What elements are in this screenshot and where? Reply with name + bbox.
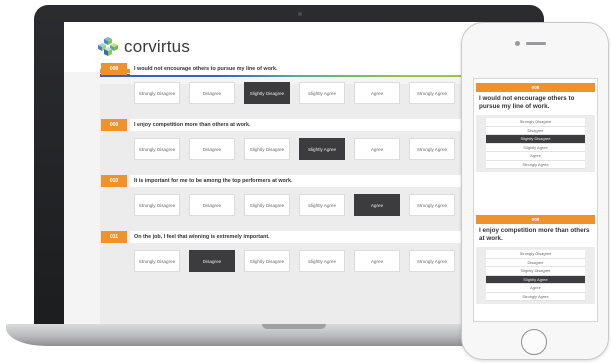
laptop-camera-icon xyxy=(298,12,302,16)
answer-option-button[interactable]: Disagree xyxy=(189,250,235,272)
question-number-badge: 008 xyxy=(101,63,127,75)
phone-question-card: 008 I would not encourage others to pursu… xyxy=(476,83,595,172)
logo-text: corvirtus xyxy=(124,37,191,56)
question-number-badge: 011 xyxy=(101,231,127,243)
question-header: 011 On the job, I feel that winning is ex… xyxy=(100,230,492,244)
answer-option-button[interactable]: Strongly Disagree xyxy=(486,250,585,259)
device-mockup: corvirtus ▽ 008I would not encourage oth… xyxy=(0,0,611,363)
answer-options: Strongly Disagree Disagree Slightly Disagr… xyxy=(476,115,595,172)
answer-option-button[interactable]: Strongly Agree xyxy=(486,292,585,301)
answer-option-button[interactable]: Agree xyxy=(486,284,585,293)
answer-option-button[interactable]: Strongly Disagree xyxy=(134,138,180,160)
answer-option-button[interactable]: Slightly Agree xyxy=(486,275,585,284)
answer-option-button[interactable]: Slightly Agree xyxy=(299,82,345,104)
answer-option-button[interactable]: Disagree xyxy=(189,82,235,104)
question-number-badge: 009 xyxy=(101,119,127,131)
answer-option-button[interactable]: Slightly Agree xyxy=(299,194,345,216)
answer-option-button[interactable]: Strongly Agree xyxy=(409,250,455,272)
phone-screen: 008 I would not encourage others to pursu… xyxy=(473,78,598,322)
answer-option-button[interactable]: Agree xyxy=(354,250,400,272)
answer-option-button[interactable]: Agree xyxy=(354,82,400,104)
phone-question-card: 009 I enjoy competition more than others … xyxy=(476,215,595,304)
cube-cluster-icon xyxy=(98,37,118,56)
laptop-screen: corvirtus ▽ 008I would not encourage oth… xyxy=(64,22,514,324)
answer-option-button[interactable]: Disagree xyxy=(486,258,585,267)
answer-option-button[interactable]: Disagree xyxy=(189,138,235,160)
question-header: 008 I would not encourage others to pursu… xyxy=(100,62,492,76)
phone-speaker-icon xyxy=(526,42,546,45)
answer-option-button[interactable]: Slightly Disagree xyxy=(486,135,585,144)
answer-option-button[interactable]: Strongly Agree xyxy=(486,160,585,169)
answer-option-button[interactable]: Slightly Disagree xyxy=(244,138,290,160)
question-header: 009 I enjoy competition more than others … xyxy=(100,118,492,132)
phone-home-button[interactable] xyxy=(521,329,547,355)
question-text: On the job, I feel that winning is extre… xyxy=(130,231,492,243)
phone-camera-icon xyxy=(515,41,520,46)
answer-option-button[interactable]: Slightly Disagree xyxy=(486,267,585,276)
laptop-notch xyxy=(262,324,326,329)
answer-option-button[interactable]: Disagree xyxy=(189,194,235,216)
answer-options: Strongly Disagree Disagree Slightly Disagr… xyxy=(134,194,490,216)
answer-option-button[interactable]: Slightly Agree xyxy=(299,250,345,272)
answer-option-button[interactable]: Strongly Disagree xyxy=(134,194,180,216)
answer-option-button[interactable]: Strongly Agree xyxy=(409,138,455,160)
answer-option-button[interactable]: Slightly Disagree xyxy=(244,82,290,104)
answer-option-button[interactable]: Agree xyxy=(354,194,400,216)
answer-option-button[interactable]: Agree xyxy=(486,152,585,161)
question-text: I enjoy competition more than others at … xyxy=(130,119,492,131)
answer-options: Strongly Disagree Disagree Slightly Disagr… xyxy=(134,138,490,160)
answer-option-button[interactable]: Strongly Agree xyxy=(409,194,455,216)
answer-option-button[interactable]: Strongly Disagree xyxy=(134,250,180,272)
answer-options: Strongly Disagree Disagree Slightly Disagr… xyxy=(134,82,490,104)
question-number-badge: 008 xyxy=(476,83,595,92)
answer-option-button[interactable]: Slightly Agree xyxy=(299,138,345,160)
answer-option-button[interactable]: Disagree xyxy=(486,126,585,135)
answer-option-button[interactable]: Slightly Disagree xyxy=(244,250,290,272)
answer-option-button[interactable]: Slightly Disagree xyxy=(244,194,290,216)
answer-option-button[interactable]: Agree xyxy=(354,138,400,160)
answer-option-button[interactable]: Slightly Agree xyxy=(486,143,585,152)
answer-option-button[interactable]: Strongly Agree xyxy=(409,82,455,104)
question-header: 010 It is important for me to be among th… xyxy=(100,174,492,188)
question-text: I would not encourage others to pursue m… xyxy=(476,92,595,115)
question-text: I enjoy competition more than others at … xyxy=(476,224,595,247)
answer-option-button[interactable]: Strongly Disagree xyxy=(486,118,585,127)
answer-options: Strongly Disagree Disagree Slightly Disagr… xyxy=(134,250,490,272)
answer-option-button[interactable]: Strongly Disagree xyxy=(134,82,180,104)
question-text: I would not encourage others to pursue m… xyxy=(130,63,492,75)
question-number-badge: 010 xyxy=(101,175,127,187)
question-text: It is important for me to be among the t… xyxy=(130,175,492,187)
question-number-badge: 009 xyxy=(476,215,595,224)
answer-options: Strongly Disagree Disagree Slightly Disagr… xyxy=(476,247,595,304)
